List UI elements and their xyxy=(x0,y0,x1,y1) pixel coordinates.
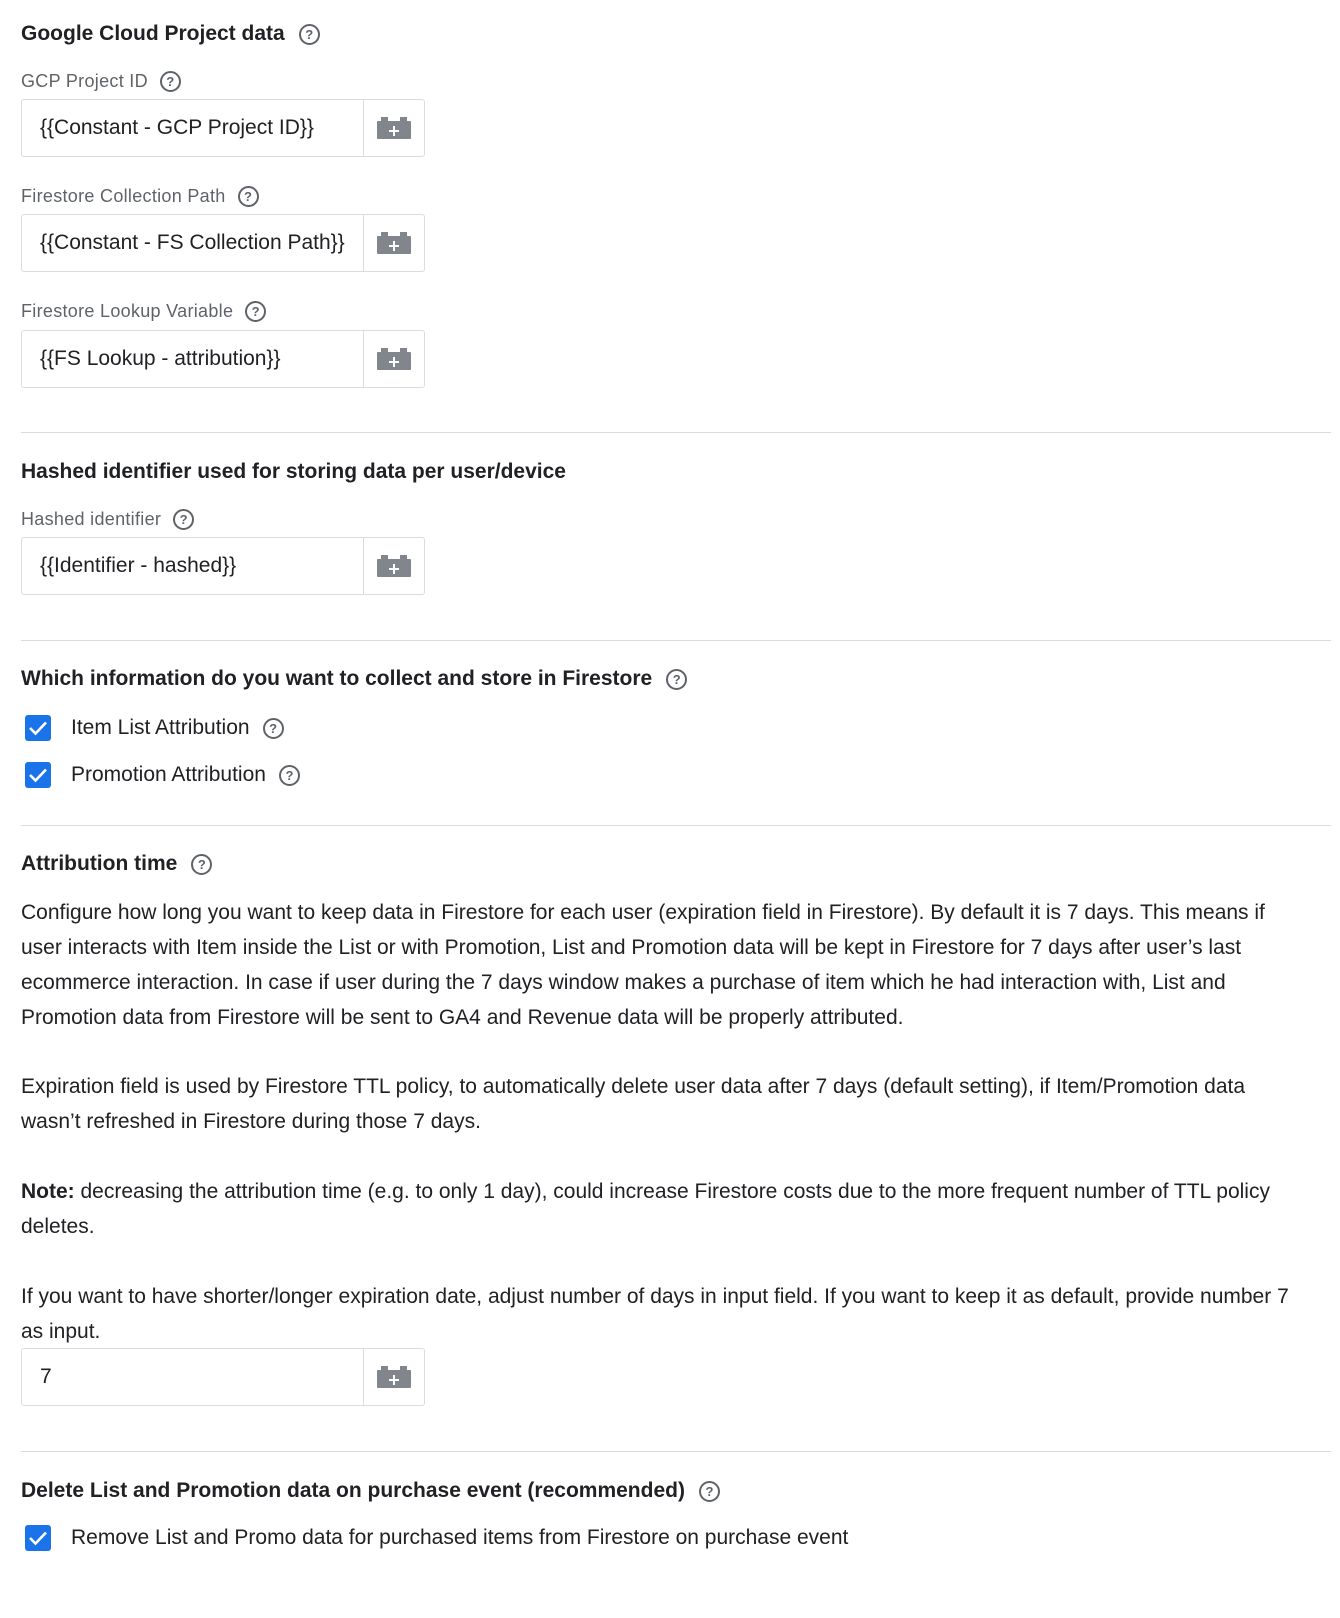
fs-collection-path-field[interactable]: {{Constant - FS Collection Path}} xyxy=(21,214,425,272)
section-divider xyxy=(21,432,1331,433)
help-icon[interactable]: ? xyxy=(698,1480,720,1502)
add-variable-icon xyxy=(377,348,411,370)
delete-section-title: Delete List and Promotion data on purcha… xyxy=(21,1476,720,1506)
gcp-project-id-label: GCP Project ID ? xyxy=(21,67,181,95)
collect-section-title-text: Which information do you want to collect… xyxy=(21,667,653,690)
gcp-section-title: Google Cloud Project data ? xyxy=(21,19,320,49)
gcp-project-id-label-text: GCP Project ID xyxy=(21,70,148,91)
promotion-attribution-checkbox[interactable] xyxy=(25,762,51,788)
remove-on-purchase-option[interactable]: Remove List and Promo data for purchased… xyxy=(21,1523,848,1553)
hashed-identifier-input[interactable]: {{Identifier - hashed}} xyxy=(22,538,363,594)
note-text: decreasing the attribution time (e.g. to… xyxy=(21,1180,1270,1238)
help-icon[interactable]: ? xyxy=(262,717,284,739)
help-icon[interactable]: ? xyxy=(159,70,181,92)
help-icon[interactable]: ? xyxy=(298,23,320,45)
remove-on-purchase-checkbox[interactable] xyxy=(25,1525,51,1551)
hash-section-title-text: Hashed identifier used for storing data … xyxy=(21,460,566,483)
note-label: Note: xyxy=(21,1180,75,1203)
gcp-section-title-text: Google Cloud Project data xyxy=(21,22,285,45)
attribution-days-field[interactable]: 7 xyxy=(21,1348,425,1406)
expiration-description: Expiration field is used by Firestore TT… xyxy=(21,1075,1246,1133)
hashed-identifier-label-text: Hashed identifier xyxy=(21,508,162,529)
gcp-project-id-input[interactable]: {{Constant - GCP Project ID}} xyxy=(22,100,363,156)
checkmark-icon xyxy=(29,1531,47,1546)
remove-on-purchase-label: Remove List and Promo data for purchased… xyxy=(71,1526,849,1549)
attribution-section-title: Attribution time ? xyxy=(21,849,213,879)
section-divider xyxy=(21,640,1331,641)
attribution-note: Note: decreasing the attribution time (e… xyxy=(21,1174,1291,1244)
fs-collection-path-input[interactable]: {{Constant - FS Collection Path}} xyxy=(22,215,363,271)
collect-section-title: Which information do you want to collect… xyxy=(21,664,688,694)
attribution-description: Configure how long you want to keep data… xyxy=(21,901,1265,1029)
help-icon[interactable]: ? xyxy=(666,668,688,690)
hashed-identifier-field[interactable]: {{Identifier - hashed}} xyxy=(21,537,425,595)
item-list-attribution-checkbox[interactable] xyxy=(25,715,51,741)
promotion-attribution-label: Promotion Attribution xyxy=(71,763,266,786)
gcp-project-id-field[interactable]: {{Constant - GCP Project ID}} xyxy=(21,99,425,157)
add-variable-icon xyxy=(377,555,411,577)
promotion-attribution-option[interactable]: Promotion Attribution ? xyxy=(21,760,300,790)
fs-collection-path-label: Firestore Collection Path ? xyxy=(21,182,259,210)
variable-picker-button[interactable] xyxy=(363,538,424,594)
help-icon[interactable]: ? xyxy=(173,508,195,530)
add-variable-icon xyxy=(377,1366,411,1388)
fs-lookup-variable-field[interactable]: {{FS Lookup - attribution}} xyxy=(21,330,425,388)
variable-picker-button[interactable] xyxy=(363,100,424,156)
help-icon[interactable]: ? xyxy=(245,300,267,322)
section-divider xyxy=(21,825,1331,826)
fs-lookup-variable-input[interactable]: {{FS Lookup - attribution}} xyxy=(22,331,363,387)
variable-picker-button[interactable] xyxy=(363,1349,424,1405)
add-variable-icon xyxy=(377,117,411,139)
section-divider xyxy=(21,1451,1331,1452)
attribution-section-title-text: Attribution time xyxy=(21,852,178,875)
attribution-days-input[interactable]: 7 xyxy=(22,1349,363,1405)
hash-section-title: Hashed identifier used for storing data … xyxy=(21,457,566,487)
variable-picker-button[interactable] xyxy=(363,215,424,271)
fs-collection-path-label-text: Firestore Collection Path xyxy=(21,185,226,206)
item-list-attribution-option[interactable]: Item List Attribution ? xyxy=(21,713,284,743)
help-icon[interactable]: ? xyxy=(237,185,259,207)
hashed-identifier-label: Hashed identifier ? xyxy=(21,505,195,533)
delete-section-title-text: Delete List and Promotion data on purcha… xyxy=(21,1479,685,1502)
help-icon[interactable]: ? xyxy=(278,764,300,786)
fs-lookup-variable-label: Firestore Lookup Variable ? xyxy=(21,297,267,325)
variable-picker-button[interactable] xyxy=(363,331,424,387)
days-instruction: If you want to have shorter/longer expir… xyxy=(21,1285,1289,1343)
help-icon[interactable]: ? xyxy=(191,853,213,875)
add-variable-icon xyxy=(377,232,411,254)
item-list-attribution-label: Item List Attribution xyxy=(71,716,250,739)
checkmark-icon xyxy=(29,721,47,736)
checkmark-icon xyxy=(29,768,47,783)
fs-lookup-variable-label-text: Firestore Lookup Variable xyxy=(21,300,234,321)
